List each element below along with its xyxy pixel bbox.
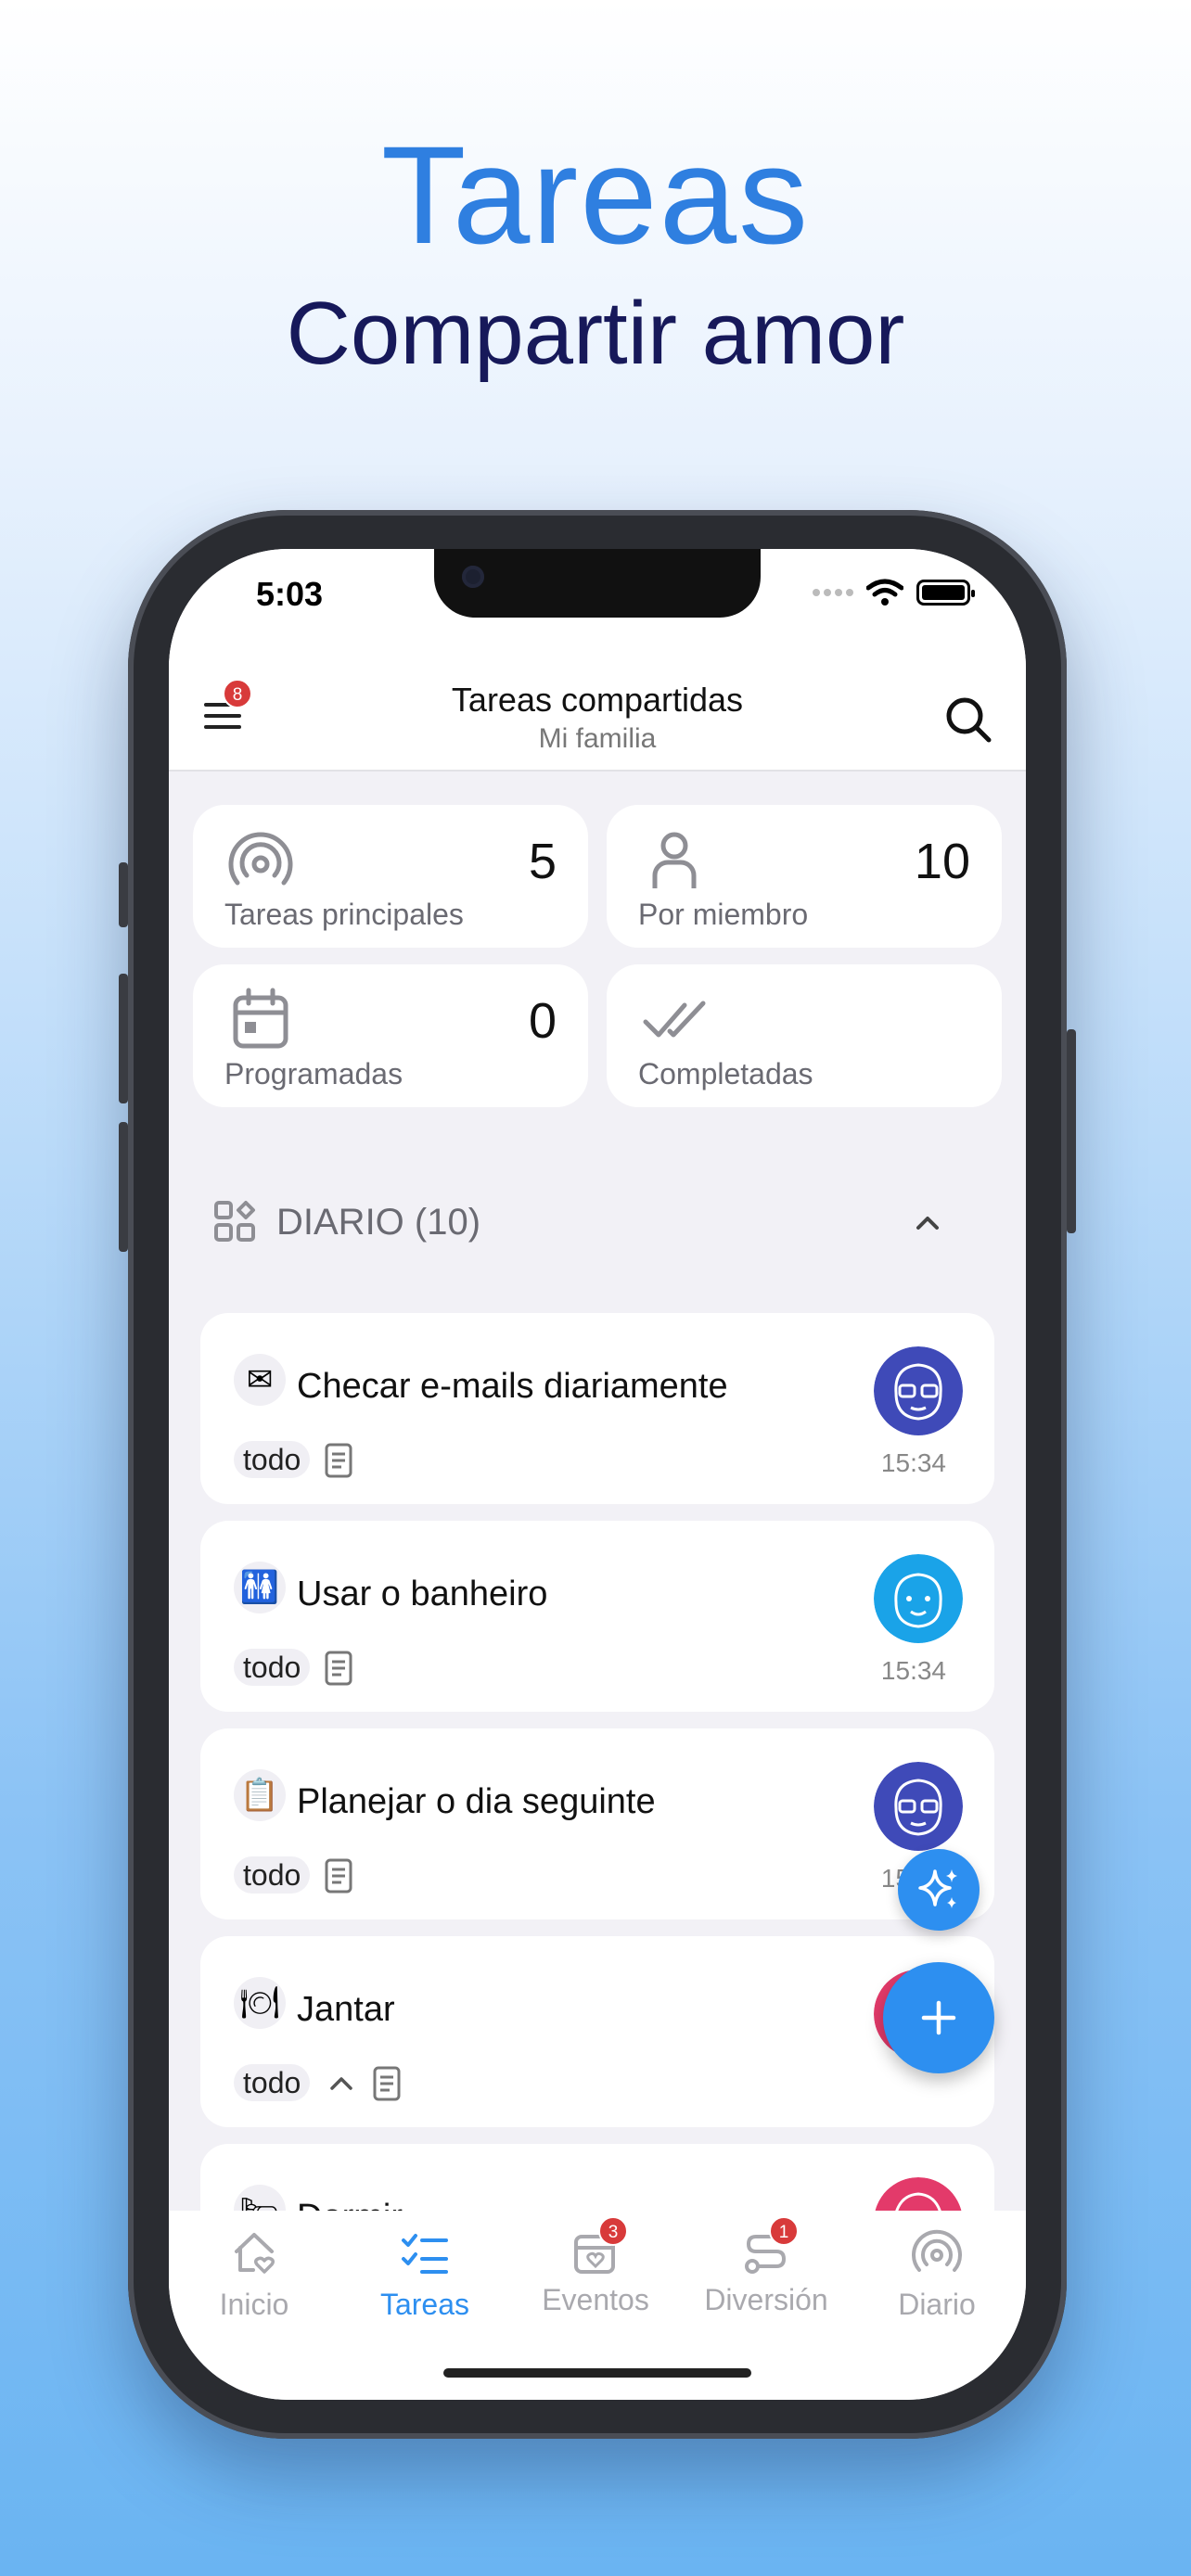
ai-sparkle-button[interactable]	[898, 1849, 980, 1931]
task-name: Jantar	[297, 1990, 395, 2029]
person-icon	[652, 832, 697, 888]
app-screen: 5:03 8 Tareas compartidas Mi familia 5 T…	[169, 549, 1026, 2400]
add-task-button[interactable]	[883, 1962, 994, 2073]
tab-label: Inicio	[219, 2288, 289, 2321]
double-check-icon	[643, 1001, 706, 1038]
note-icon	[373, 2066, 401, 2101]
task-card[interactable]: 📋 Planejar o dia seguinte todo 15:34	[200, 1728, 994, 1919]
checklist-icon: 📋	[234, 1769, 286, 1821]
note-icon	[325, 1443, 352, 1478]
search-icon[interactable]	[942, 694, 994, 746]
stat-label: Tareas principales	[224, 898, 464, 931]
tab-label: Diversión	[704, 2283, 828, 2316]
stat-label: Por miembro	[638, 898, 809, 931]
tab-diario[interactable]: Diario	[852, 2227, 1022, 2322]
avatar[interactable]	[874, 1762, 963, 1851]
task-tag: todo	[234, 2064, 311, 2101]
email-icon: ✉	[234, 1354, 286, 1406]
chevron-up-icon[interactable]	[325, 2066, 358, 2099]
signal-icon	[813, 589, 853, 596]
task-card[interactable]: ✉ Checar e-mails diariamente todo 15:34	[200, 1313, 994, 1504]
sparkle-icon	[918, 1869, 957, 1908]
tab-label: Eventos	[542, 2283, 649, 2316]
calendar-icon	[233, 988, 288, 1049]
camera	[462, 566, 484, 588]
tab-tareas[interactable]: Tareas	[339, 2227, 510, 2322]
radar-icon	[228, 832, 293, 886]
dinner-icon: 🍽	[234, 1977, 286, 2029]
stat-value: 0	[528, 993, 557, 1049]
section-title: DIARIO (10)	[276, 1202, 481, 1243]
chevron-up-icon[interactable]	[909, 1204, 946, 1241]
avatar[interactable]	[874, 2177, 963, 2211]
tab-inicio[interactable]: Inicio	[169, 2227, 339, 2322]
restroom-icon: 🚻	[234, 1562, 286, 1613]
stat-card-main-tasks[interactable]: 5 Tareas principales	[193, 805, 588, 948]
tab-badge: 1	[769, 2216, 799, 2246]
tab-label: Diario	[898, 2288, 976, 2321]
page-title: Tareas compartidas	[451, 681, 744, 719]
status-time: 5:03	[256, 575, 324, 613]
stat-value: 5	[528, 834, 557, 889]
phone-frame: 5:03 8 Tareas compartidas Mi familia 5 T…	[119, 510, 1076, 2439]
stat-card-scheduled[interactable]: 0 Programadas	[193, 964, 588, 1107]
tab-badge: 3	[598, 2216, 628, 2246]
stat-label: Completadas	[638, 1057, 813, 1090]
plus-icon	[921, 2000, 956, 2035]
tab-eventos[interactable]: 3 Eventos	[510, 2216, 681, 2317]
task-name: Planejar o dia seguinte	[297, 1782, 656, 1821]
promo-subtitle: Compartir amor	[286, 284, 905, 383]
page-subtitle: Mi familia	[538, 723, 657, 754]
task-card[interactable]: 🛏 Dormir	[200, 2144, 994, 2211]
battery-icon	[916, 580, 975, 606]
promo-title: Tareas	[380, 117, 811, 273]
stat-card-completed[interactable]: Completadas	[607, 964, 1002, 1107]
top-navbar: 8 Tareas compartidas Mi familia	[169, 660, 1026, 772]
avatar[interactable]	[874, 1346, 963, 1435]
task-name: Checar e-mails diariamente	[297, 1367, 728, 1406]
notch	[434, 549, 761, 618]
tab-diversion[interactable]: 1 Diversión	[681, 2216, 852, 2317]
task-tag: todo	[234, 1441, 311, 1478]
stat-card-per-member[interactable]: 10 Por miembro	[607, 805, 1002, 948]
task-card[interactable]: 🚻 Usar o banheiro todo 15:34	[200, 1521, 994, 1712]
home-heart-icon	[235, 2233, 275, 2274]
wifi-icon	[866, 579, 903, 606]
task-time: 15:34	[880, 1656, 946, 1685]
section-header-diario[interactable]: DIARIO (10)	[213, 1191, 983, 1256]
note-icon	[325, 1858, 352, 1894]
tab-label: Tareas	[379, 2288, 470, 2321]
note-icon	[325, 1651, 352, 1686]
task-tag: todo	[234, 1856, 311, 1894]
stat-label: Programadas	[224, 1057, 403, 1090]
task-tag: todo	[234, 1649, 311, 1686]
stat-value: 10	[914, 834, 970, 889]
radar-icon	[912, 2229, 962, 2272]
home-indicator[interactable]	[443, 2368, 751, 2378]
avatar[interactable]	[874, 1554, 963, 1643]
task-card[interactable]: 🍽 Jantar todo	[200, 1936, 994, 2127]
sleep-icon: 🛏	[234, 2185, 286, 2211]
task-name: Dormir	[297, 2198, 403, 2211]
checklist-icon	[402, 2234, 448, 2274]
grid-icon	[214, 1201, 255, 1242]
task-time: 15:34	[880, 1448, 946, 1477]
task-name: Usar o banheiro	[297, 1575, 548, 1613]
